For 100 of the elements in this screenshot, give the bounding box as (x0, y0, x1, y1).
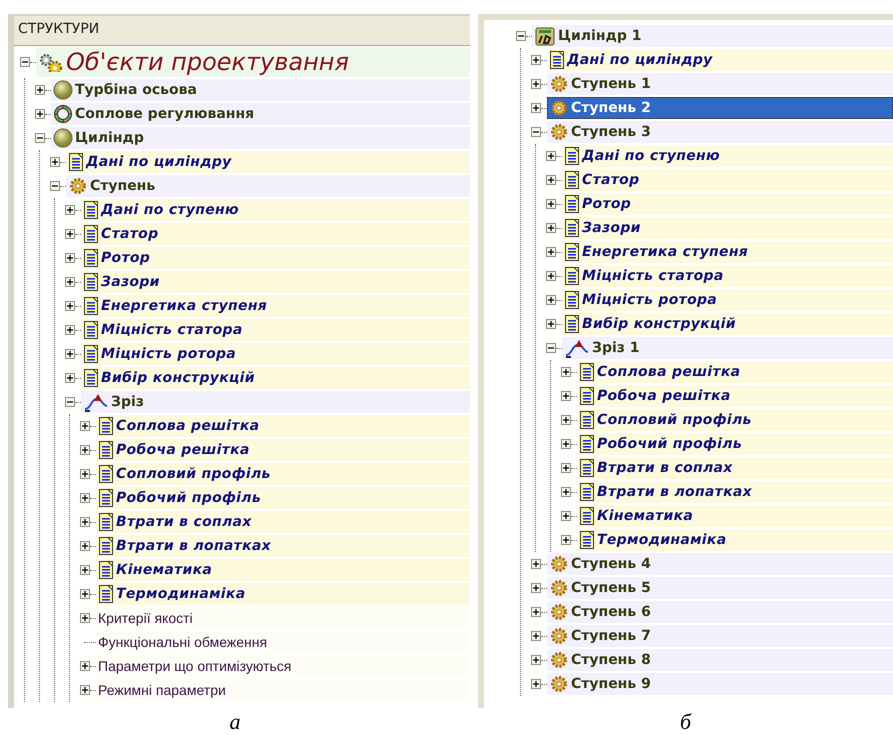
tree-item[interactable]: Сопловий профіль (96, 463, 470, 485)
tree-item[interactable]: Соплова решітка (577, 361, 893, 383)
expand-button[interactable] (561, 367, 571, 377)
tree-item[interactable]: Соплова решітка (96, 415, 470, 437)
expand-button[interactable] (546, 199, 556, 209)
tree-item[interactable]: Кінематика (577, 505, 893, 527)
tree-item[interactable]: Міцність статора (562, 265, 893, 287)
expand-button[interactable] (80, 541, 90, 551)
tree-item[interactable]: Робоча решітка (96, 439, 470, 461)
tree-item[interactable]: Ступень 3 (547, 121, 893, 143)
tree-item[interactable]: Кінематика (96, 559, 470, 581)
expand-button[interactable] (80, 493, 90, 503)
expand-button[interactable] (80, 421, 90, 431)
expand-button[interactable] (546, 247, 556, 257)
tree-item[interactable]: Ступень 4 (547, 553, 893, 575)
tree-item[interactable]: Критерії якості (96, 607, 470, 629)
expand-button[interactable] (531, 655, 541, 665)
tree-item[interactable]: Робочий профіль (96, 487, 470, 509)
expand-button[interactable] (80, 565, 90, 575)
tree-item[interactable]: Втрати в лопатках (96, 535, 470, 557)
tree-item[interactable]: Енергетика ступеня (562, 241, 893, 263)
expand-button[interactable] (546, 295, 556, 305)
tree-item[interactable]: Міцність ротора (81, 343, 470, 365)
tree-item[interactable]: Ступень (66, 175, 470, 197)
tree-item[interactable]: Втрати в лопатках (577, 481, 893, 503)
tree-item[interactable]: Втрати в соплах (96, 511, 470, 533)
expand-button[interactable] (561, 463, 571, 473)
expand-button[interactable] (531, 103, 541, 113)
expand-button[interactable] (531, 679, 541, 689)
tree-item[interactable]: Зріз 1 (562, 337, 893, 359)
tree-item[interactable]: Міцність ротора (562, 289, 893, 311)
collapse-button[interactable] (65, 397, 75, 407)
tree-item[interactable]: Дані по ступеню (81, 199, 470, 221)
tree-item[interactable]: Дані по циліндру (547, 49, 893, 71)
tree-item[interactable]: Статор (81, 223, 470, 245)
tree-item[interactable]: Ступень 7 (547, 625, 893, 647)
expand-button[interactable] (65, 349, 75, 359)
expand-button[interactable] (35, 109, 45, 119)
expand-button[interactable] (531, 631, 541, 641)
tree-item[interactable]: Робочий профіль (577, 433, 893, 455)
expand-button[interactable] (80, 517, 90, 527)
expand-button[interactable] (531, 55, 541, 65)
tree-item[interactable]: Вибір конструкцій (562, 313, 893, 335)
expand-button[interactable] (561, 415, 571, 425)
expand-button[interactable] (65, 205, 75, 215)
expand-button[interactable] (531, 607, 541, 617)
tree-item[interactable]: Зазори (562, 217, 893, 239)
expand-button[interactable] (80, 445, 90, 455)
expand-button[interactable] (80, 613, 90, 623)
tree-item[interactable]: Ротор (562, 193, 893, 215)
tree-item[interactable]: Ступень 9 (547, 673, 893, 695)
tree-item[interactable]: Ротор (81, 247, 470, 269)
expand-button[interactable] (546, 151, 556, 161)
expand-button[interactable] (80, 661, 90, 671)
tree-item[interactable]: Функціональні обмеження (96, 631, 470, 653)
expand-button[interactable] (531, 559, 541, 569)
tree-item[interactable]: Енергетика ступеня (81, 295, 470, 317)
tree-item[interactable]: Режимні параметри (96, 679, 470, 701)
collapse-button[interactable] (516, 31, 526, 41)
expand-button[interactable] (561, 391, 571, 401)
expand-button[interactable] (531, 583, 541, 593)
tree-item[interactable]: Турбіна осьова (51, 79, 470, 101)
expand-button[interactable] (531, 79, 541, 89)
tree-item[interactable]: Робоча решітка (577, 385, 893, 407)
expand-button[interactable] (80, 589, 90, 599)
tree-item[interactable]: Термодинаміка (577, 529, 893, 551)
expand-button[interactable] (546, 319, 556, 329)
expand-button[interactable] (35, 85, 45, 95)
tree-item[interactable]: Циліндр (51, 127, 470, 149)
tree-item[interactable]: Ступень 2 (547, 97, 893, 119)
expand-button[interactable] (65, 253, 75, 263)
expand-button[interactable] (546, 271, 556, 281)
tree-item[interactable]: Термодинаміка (96, 583, 470, 605)
expand-button[interactable] (80, 685, 90, 695)
tree-item[interactable]: Дані по ступеню (562, 145, 893, 167)
collapse-button[interactable] (35, 133, 45, 143)
tree-item[interactable]: Ступень 5 (547, 577, 893, 599)
tree-item[interactable]: Зазори (81, 271, 470, 293)
collapse-button[interactable] (20, 57, 30, 67)
expand-button[interactable] (561, 439, 571, 449)
expand-button[interactable] (561, 535, 571, 545)
tree-item[interactable]: Ступень 6 (547, 601, 893, 623)
tree-item[interactable]: Сопловий профіль (577, 409, 893, 431)
tree-item[interactable]: Вибір конструкцій (81, 367, 470, 389)
expand-button[interactable] (561, 511, 571, 521)
collapse-button[interactable] (531, 127, 541, 137)
tree-item[interactable]: Дані по циліндру (66, 151, 470, 173)
tree-item[interactable]: Об'єкти проектування (36, 47, 470, 77)
collapse-button[interactable] (546, 343, 556, 353)
expand-button[interactable] (50, 157, 60, 167)
expand-button[interactable] (80, 469, 90, 479)
expand-button[interactable] (65, 229, 75, 239)
tree-item[interactable]: Циліндр 1 (532, 25, 893, 47)
tree-item[interactable]: Зріз (81, 391, 470, 413)
tree-item[interactable]: Параметри що оптимізуються (96, 655, 470, 677)
collapse-button[interactable] (50, 181, 60, 191)
expand-button[interactable] (65, 373, 75, 383)
tree-item[interactable]: Соплове регулювання (51, 103, 470, 125)
tree-item[interactable]: Статор (562, 169, 893, 191)
expand-button[interactable] (65, 301, 75, 311)
